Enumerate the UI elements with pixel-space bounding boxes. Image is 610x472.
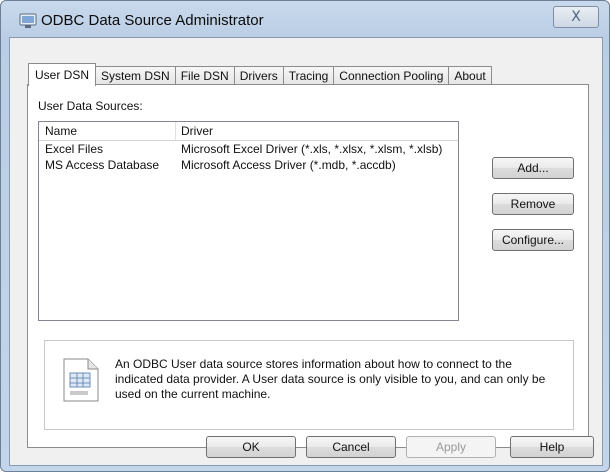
tab-user-dsn[interactable]: User DSN (28, 63, 97, 86)
apply-button[interactable]: Apply (406, 436, 496, 458)
column-header-name[interactable]: Name (45, 124, 77, 138)
configure-button[interactable]: Configure... (492, 229, 574, 251)
odbc-app-icon (19, 13, 37, 29)
user-dsn-panel: User Data Sources: Name Driver Excel Fil… (27, 84, 589, 448)
close-icon: X (571, 9, 581, 25)
tab-about[interactable]: About (449, 66, 492, 86)
list-header: Name Driver (39, 122, 458, 141)
list-row[interactable]: MS Access Database Microsoft Access Driv… (39, 157, 458, 173)
window-title: ODBC Data Source Administrator (41, 12, 264, 29)
row-name: Excel Files (45, 142, 104, 156)
row-driver: Microsoft Access Driver (*.mdb, *.accdb) (181, 158, 396, 172)
tab-tracing[interactable]: Tracing (283, 66, 335, 86)
close-button[interactable]: X (553, 6, 599, 28)
cancel-button[interactable]: Cancel (306, 436, 396, 458)
tab-file-dsn[interactable]: File DSN (175, 66, 235, 86)
tab-connection-pooling[interactable]: Connection Pooling (334, 66, 450, 86)
add-button[interactable]: Add... (492, 157, 574, 179)
row-driver: Microsoft Excel Driver (*.xls, *.xlsx, *… (181, 142, 443, 156)
help-button[interactable]: Help (510, 436, 594, 458)
row-name: MS Access Database (45, 158, 160, 172)
data-sources-list[interactable]: Name Driver Excel Files Microsoft Excel … (38, 121, 459, 321)
dialog-client: User DSN System DSN File DSN Drivers Tra… (9, 37, 603, 466)
title-bar[interactable]: ODBC Data Source Administrator X (1, 1, 609, 37)
data-source-icon (61, 357, 101, 403)
column-divider[interactable] (175, 122, 176, 140)
tab-drivers[interactable]: Drivers (234, 66, 284, 86)
odbc-window: ODBC Data Source Administrator X User DS… (0, 0, 610, 472)
info-text: An ODBC User data source stores informat… (115, 357, 546, 401)
tab-system-dsn[interactable]: System DSN (96, 66, 176, 86)
column-header-driver[interactable]: Driver (181, 124, 213, 138)
section-label: User Data Sources: (38, 99, 143, 113)
list-row[interactable]: Excel Files Microsoft Excel Driver (*.xl… (39, 141, 458, 157)
remove-button[interactable]: Remove (492, 193, 574, 215)
tab-strip: User DSN System DSN File DSN Drivers Tra… (28, 63, 492, 86)
info-box: An ODBC User data source stores informat… (44, 340, 574, 430)
ok-button[interactable]: OK (206, 436, 296, 458)
